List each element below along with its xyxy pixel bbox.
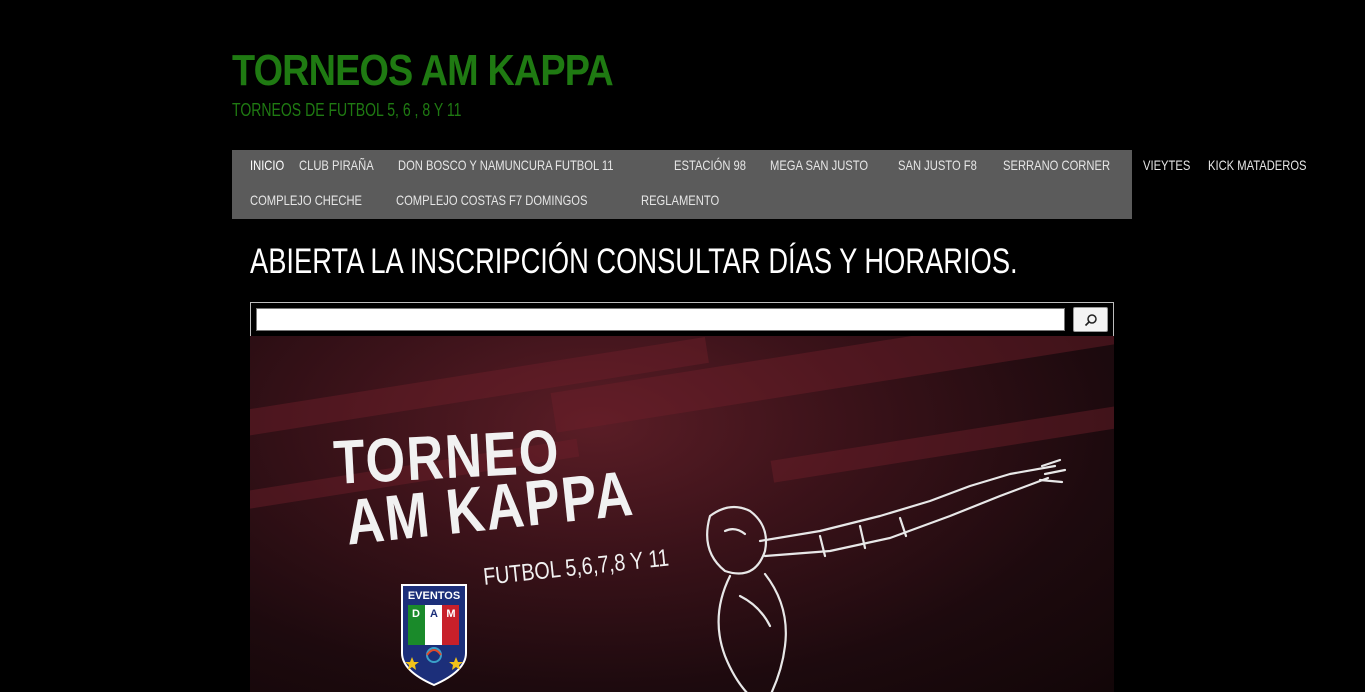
hero-banner-image: TORNEO AM KAPPA FUTBOL 5,6,7,8 Y 11 EVEN…: [250, 336, 1114, 692]
nav-item-complejo-costas[interactable]: COMPLEJO COSTAS F7 DOMINGOS: [396, 192, 587, 208]
nav-item-inicio[interactable]: INICIO: [250, 157, 284, 173]
nav-item-club-pirana[interactable]: CLUB PIRAÑA: [299, 157, 374, 173]
nav-row-1: INICIO CLUB PIRAÑA DON BOSCO Y NAMUNCURA F…: [250, 157, 1337, 177]
eventos-dam-badge: EVENTOS D A M: [401, 584, 467, 687]
nav-item-estacion-98[interactable]: ESTACIÓN 98: [674, 157, 746, 173]
nav-item-vieytes[interactable]: VIEYTES: [1143, 157, 1190, 173]
nav-item-complejo-cheche[interactable]: COMPLEJO CHECHE: [250, 192, 362, 208]
search-button[interactable]: [1073, 307, 1108, 332]
badge-letter-m: M: [446, 608, 455, 620]
banner-subtitle: FUTBOL 5,6,7,8 Y 11: [482, 544, 671, 591]
badge-letter-d: D: [412, 608, 420, 620]
nav-item-reglamento[interactable]: REGLAMENTO: [641, 192, 719, 208]
search-icon: [1084, 313, 1097, 326]
player-sketch-illustration: [706, 458, 1067, 692]
nav-item-mega-san-justo[interactable]: MEGA SAN JUSTO: [770, 157, 868, 173]
badge-letter-a: A: [430, 608, 438, 620]
site-tagline: TORNEOS DE FUTBOL 5, 6 , 8 Y 11: [232, 100, 462, 120]
page-title: ABIERTA LA INSCRIPCIÓN CONSULTAR DÍAS Y …: [250, 242, 1018, 281]
search-form: [250, 302, 1114, 337]
nav-item-kick-mataderos[interactable]: KICK MATADEROS: [1208, 157, 1307, 173]
search-input[interactable]: [256, 308, 1065, 331]
nav-item-san-justo-f8[interactable]: SAN JUSTO F8: [898, 157, 977, 173]
nav-row-2: COMPLEJO CHECHE COMPLEJO COSTAS F7 DOMING…: [250, 192, 745, 212]
nav-item-serrano-corner[interactable]: SERRANO CORNER: [1003, 157, 1110, 173]
site-title[interactable]: TORNEOS AM KAPPA: [232, 46, 614, 96]
nav-item-don-bosco[interactable]: DON BOSCO Y NAMUNCURA FUTBOL 11: [398, 157, 614, 173]
badge-top-text: EVENTOS: [408, 590, 460, 602]
